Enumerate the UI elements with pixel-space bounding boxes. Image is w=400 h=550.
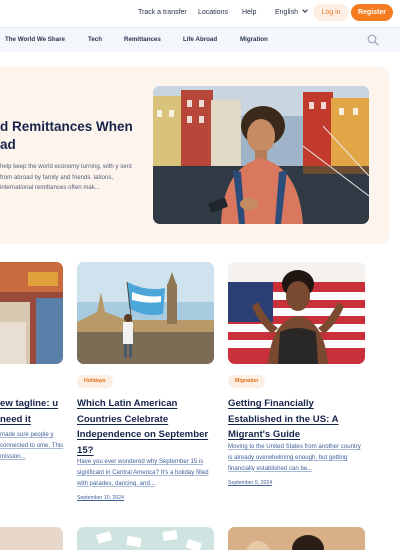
featured-article-image[interactable] [153, 86, 369, 224]
category-nav: The World We Share Tech Remittances Life… [0, 27, 400, 52]
nav-item-life-abroad[interactable]: Life Abroad [183, 36, 217, 43]
category-tag[interactable]: Migration [228, 375, 266, 388]
nav-item-remittances[interactable]: Remittances [124, 36, 161, 43]
article-excerpt[interactable]: Have you ever wondered why September 15 … [77, 457, 215, 489]
login-button[interactable]: Log in [313, 4, 349, 21]
nav-item-tech[interactable]: Tech [88, 36, 102, 43]
article-image[interactable] [0, 262, 63, 364]
article-title[interactable]: Which Latin American Countries Celebrate… [77, 396, 217, 458]
article-excerpt[interactable]: made sure people y connected to ome. Thi… [0, 430, 65, 462]
search-icon[interactable] [367, 34, 379, 46]
article-excerpt[interactable]: Moving to the United States from another… [228, 442, 366, 474]
category-tag[interactable]: Holidays [77, 375, 113, 388]
article-date: September 5, 2024 [228, 480, 273, 486]
article-image[interactable] [228, 527, 365, 550]
top-bar: Track a transfer Locations Help English … [0, 0, 400, 27]
language-label: English [275, 9, 298, 16]
article-title[interactable]: Getting Financially Established in the U… [228, 396, 368, 443]
language-selector[interactable]: English [275, 7, 308, 16]
help-link[interactable]: Help [242, 9, 256, 16]
nav-item-migration[interactable]: Migration [240, 36, 268, 43]
locations-link[interactable]: Locations [198, 9, 228, 16]
featured-article-title[interactable]: d Remittances When ad [0, 118, 150, 154]
chevron-down-icon [302, 7, 308, 13]
article-image[interactable] [228, 262, 365, 364]
featured-article-excerpt: help keep the world economy turning, wit… [0, 163, 132, 191]
nav-item-world-we-share[interactable]: The World We Share [5, 36, 65, 43]
register-button[interactable]: Register [351, 4, 393, 21]
article-image[interactable] [77, 527, 214, 550]
article-image[interactable] [77, 262, 214, 364]
article-image[interactable] [0, 527, 63, 550]
article-title[interactable]: ew tagline: u need it [0, 396, 70, 427]
track-transfer-link[interactable]: Track a transfer [138, 9, 187, 16]
article-date: September 10, 2024 [77, 495, 125, 501]
